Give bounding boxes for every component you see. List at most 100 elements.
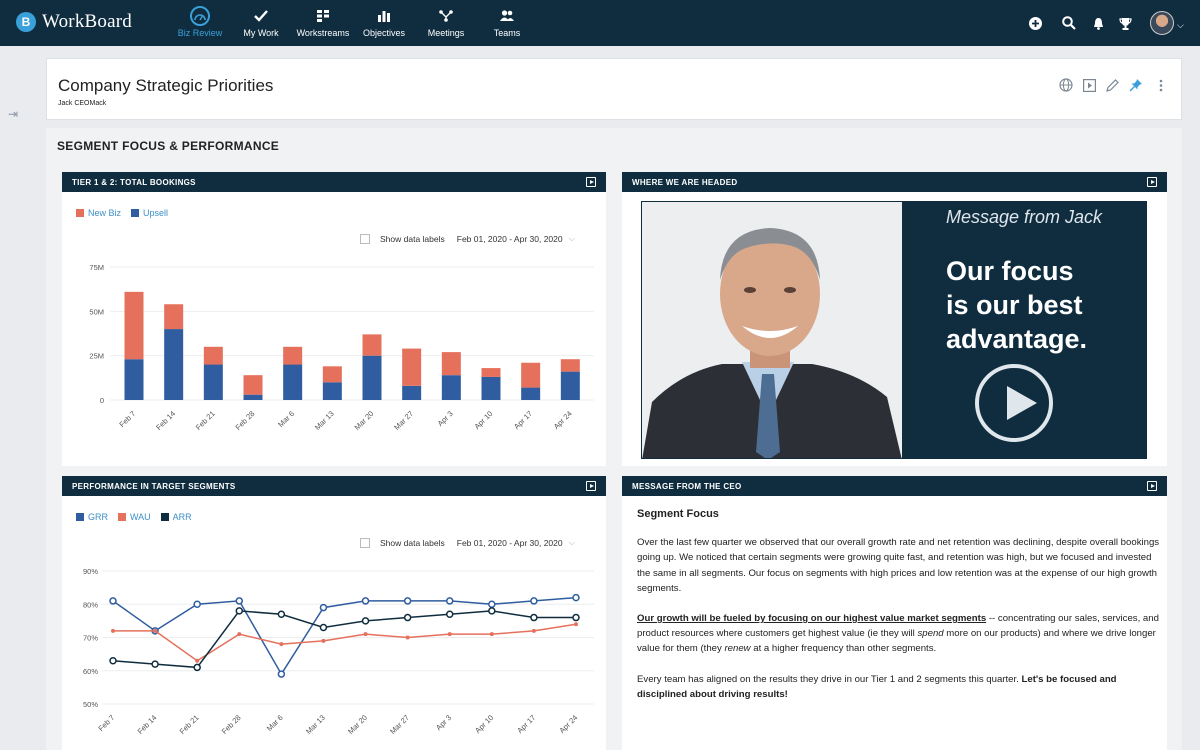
expand-icon[interactable] [586, 481, 596, 491]
nav-objectives[interactable]: Objectives [349, 6, 419, 38]
page-owner: Jack CEOMack [58, 100, 107, 107]
data-point [361, 617, 370, 625]
nav-label: Teams [493, 28, 521, 38]
panel-title: MESSAGE FROM THE CEO [632, 482, 742, 491]
panel-header: TIER 1 & 2: TOTAL BOOKINGS [62, 172, 606, 192]
nav-meetings[interactable]: Meetings [411, 6, 481, 38]
data-point [237, 632, 242, 637]
bar-segment [560, 359, 580, 372]
workstreams-icon [317, 10, 329, 22]
nav-label: My Work [243, 28, 279, 38]
message-paragraph: Our growth will be fueled by focusing on… [637, 611, 1162, 657]
video-headline-line: Our focus [946, 256, 1074, 286]
bar-segment [481, 376, 501, 400]
ceo-message-panel: MESSAGE FROM THE CEO Segment Focus Over … [622, 476, 1167, 750]
bar-segment [283, 364, 303, 400]
message-italic: renew [724, 643, 751, 655]
top-nav: B WorkBoard Biz Review My Work Workstrea… [0, 0, 1200, 46]
expand-sidebar-icon[interactable]: ⇥ [8, 107, 18, 121]
bar-segment [402, 385, 422, 400]
x-tick-label: Mar 6 [265, 713, 285, 733]
series-line-grr [112, 596, 577, 676]
bar-segment [560, 371, 580, 400]
video-caption: Message from Jack [946, 207, 1103, 227]
x-tick-label: Feb 28 [220, 713, 243, 736]
panel-header: WHERE WE ARE HEADED [622, 172, 1167, 192]
page-header: Company Strategic Priorities Jack CEOMac… [46, 58, 1182, 120]
data-point [109, 597, 117, 605]
x-tick-label: Feb 14 [154, 409, 177, 432]
teams-icon [500, 10, 514, 21]
bar-segment [124, 291, 144, 360]
bookings-panel: TIER 1 & 2: TOTAL BOOKINGS New Biz Upsel… [62, 172, 606, 466]
nav-label: Meetings [427, 28, 465, 38]
expand-icon[interactable] [1147, 481, 1157, 491]
data-point [319, 623, 328, 632]
data-point [488, 600, 496, 608]
bar-segment [441, 352, 461, 376]
data-point [279, 642, 284, 647]
nav-teams[interactable]: Teams [472, 6, 542, 38]
panel-header: PERFORMANCE IN TARGET SEGMENTS [62, 476, 606, 496]
bar-segment [164, 304, 184, 330]
x-tick-label: Mar 13 [313, 409, 336, 432]
play-icon[interactable] [975, 364, 1053, 442]
data-point [531, 628, 536, 633]
message-emphasis-link[interactable]: Our growth will be fueled by focusing on… [637, 613, 986, 624]
bar-segment [203, 346, 223, 365]
bar-segment [243, 394, 263, 400]
data-point [151, 660, 159, 668]
present-icon[interactable] [1081, 77, 1097, 93]
panel-header: MESSAGE FROM THE CEO [622, 476, 1167, 496]
series-line-wau [113, 623, 577, 662]
bar-segment [521, 387, 541, 400]
bar-segment [441, 375, 461, 400]
app-name: WorkBoard [42, 11, 132, 32]
trophy-icon[interactable] [1117, 15, 1133, 31]
data-point [277, 670, 286, 678]
section-title: SEGMENT FOCUS & PERFORMANCE [57, 139, 280, 153]
add-icon[interactable] [1027, 15, 1043, 31]
edit-icon[interactable] [1104, 77, 1120, 93]
data-point [363, 632, 368, 637]
panel-title: WHERE WE ARE HEADED [632, 178, 738, 187]
expand-icon[interactable] [586, 177, 596, 187]
x-tick-label: Apr 3 [434, 713, 453, 732]
data-point [572, 613, 580, 622]
globe-icon[interactable] [1058, 77, 1074, 93]
expand-icon[interactable] [1147, 177, 1157, 187]
x-tick-label: Apr 3 [436, 409, 455, 428]
performance-panel: PERFORMANCE IN TARGET SEGMENTS GRR WAU A… [62, 476, 606, 750]
app-logo[interactable]: B WorkBoard [16, 11, 132, 33]
x-tick-label: Mar 27 [388, 713, 411, 736]
x-tick-label: Apr 10 [473, 713, 495, 735]
data-point [153, 628, 158, 633]
panel-title: PERFORMANCE IN TARGET SEGMENTS [72, 482, 236, 491]
y-tick-label: 50M [89, 307, 104, 316]
bar-segment [124, 359, 144, 400]
x-tick-label: Feb 14 [136, 713, 159, 736]
nav-biz-review[interactable]: Biz Review [165, 6, 235, 38]
bar-segment [402, 348, 422, 386]
bell-icon[interactable] [1090, 15, 1106, 31]
more-icon[interactable] [1153, 77, 1169, 93]
y-tick-label: 0 [100, 396, 104, 405]
chevron-down-icon[interactable]: ⌵ [1177, 20, 1184, 31]
message-text: Every team has aligned on the results th… [637, 673, 1022, 685]
search-icon[interactable] [1061, 15, 1077, 31]
panel-title: TIER 1 & 2: TOTAL BOOKINGS [72, 178, 196, 187]
bar-segment [283, 346, 303, 365]
video-headline: Our focus is our best advantage. [946, 254, 1136, 356]
x-tick-label: Feb 21 [194, 409, 217, 432]
bar-segment [521, 362, 541, 388]
video-player[interactable]: Message from Jack Our focus is our best … [641, 201, 1147, 459]
pin-icon[interactable] [1128, 77, 1144, 93]
nav-workstreams[interactable]: Workstreams [288, 6, 358, 38]
avatar[interactable] [1150, 11, 1174, 35]
y-tick-label: 25M [89, 352, 104, 361]
x-tick-label: Feb 7 [117, 409, 137, 429]
nav-my-work[interactable]: My Work [226, 6, 296, 38]
data-point [321, 638, 326, 643]
x-tick-label: Mar 20 [353, 409, 376, 432]
x-tick-label: Mar 13 [304, 713, 327, 736]
